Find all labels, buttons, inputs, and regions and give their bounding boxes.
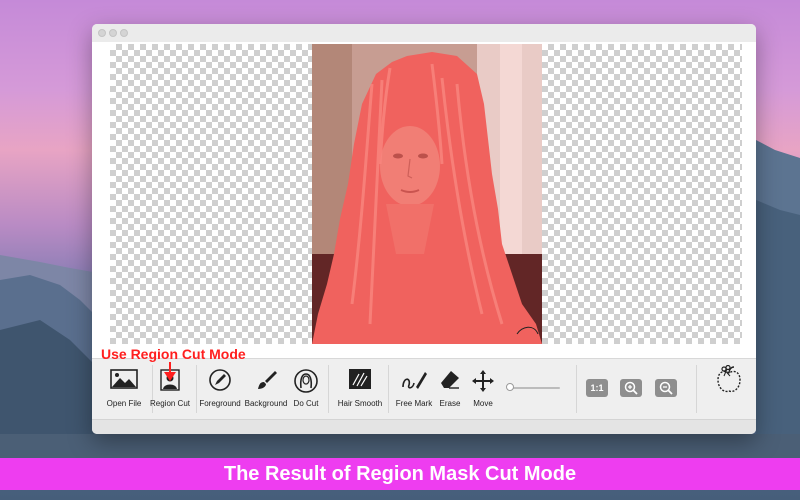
photo-with-region-mask[interactable] bbox=[312, 44, 542, 344]
zoom-in-icon bbox=[624, 381, 638, 395]
annotation-arrow-icon bbox=[164, 362, 176, 381]
face-outline-icon bbox=[294, 369, 318, 393]
zoom-slider-track[interactable] bbox=[508, 387, 560, 389]
actual-size-button[interactable]: 1:1 bbox=[586, 379, 608, 397]
minimize-window-button[interactable] bbox=[109, 29, 117, 37]
transparent-area-right bbox=[542, 44, 742, 344]
title-bar bbox=[92, 24, 756, 42]
zoom-out-icon bbox=[659, 381, 673, 395]
scissors-apple-icon bbox=[717, 365, 741, 393]
move-button[interactable]: Move bbox=[457, 365, 509, 415]
zoom-in-button[interactable] bbox=[620, 379, 642, 397]
tool-label: Move bbox=[473, 399, 493, 408]
brush-icon bbox=[258, 371, 277, 389]
annotation-label: Use Region Cut Mode bbox=[101, 346, 246, 362]
app-window: Open File Region Cut Foreground Backgrou… bbox=[92, 24, 756, 434]
toolbar: Open File Region Cut Foreground Backgrou… bbox=[92, 358, 756, 419]
zoom-window-button[interactable] bbox=[120, 29, 128, 37]
toolbar-divider bbox=[696, 365, 697, 413]
pen-icon bbox=[209, 369, 231, 391]
hair-strokes-icon bbox=[349, 369, 371, 389]
zoom-out-button[interactable] bbox=[655, 379, 677, 397]
caption-banner: The Result of Region Mask Cut Mode bbox=[0, 458, 800, 490]
move-arrows-icon bbox=[472, 370, 494, 392]
zoom-slider-knob[interactable] bbox=[506, 383, 514, 391]
status-strip bbox=[92, 419, 756, 434]
save-button[interactable] bbox=[704, 365, 754, 415]
toolbar-divider bbox=[576, 365, 577, 413]
close-window-button[interactable] bbox=[98, 29, 106, 37]
transparent-area-left bbox=[110, 44, 312, 344]
image-icon bbox=[110, 369, 138, 389]
image-canvas[interactable] bbox=[92, 42, 756, 366]
